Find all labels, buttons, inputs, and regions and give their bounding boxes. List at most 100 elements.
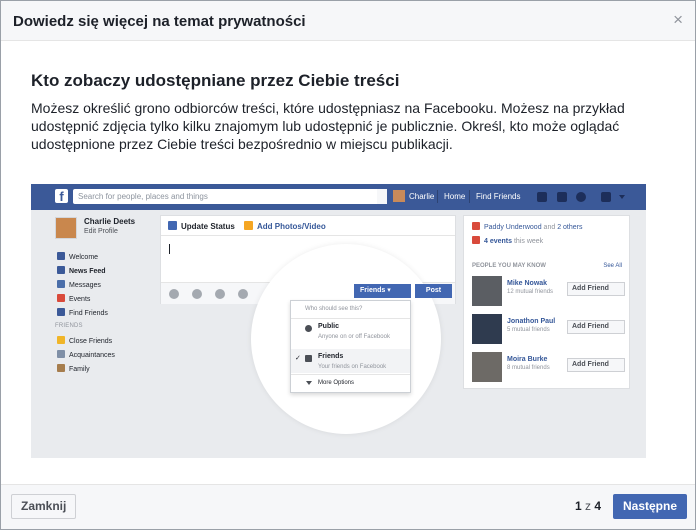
privacy-dialog: Dowiedz się więcej na temat prywatności …: [0, 0, 696, 530]
chevron-down-icon: [306, 381, 312, 385]
nav-item-icon: [57, 308, 65, 316]
public-option-sub: Anyone on or off Facebook: [318, 334, 390, 340]
fb-nav-item: Find Friends: [57, 308, 108, 318]
person-name: Moira Burke: [507, 356, 548, 363]
birthday-icon: [472, 222, 480, 230]
fb-nav-item: News Feed: [57, 266, 106, 276]
audience-selector-button: Friends ▾: [354, 284, 411, 298]
fb-nav-item: Events: [57, 294, 90, 304]
next-button[interactable]: Następne: [613, 494, 688, 519]
fb-friends-list-item: Acquaintances: [57, 350, 115, 360]
dialog-header: Dowiedz się więcej na temat prywatności …: [1, 1, 695, 41]
page-sep: z: [585, 499, 592, 513]
audience-question: Who should see this?: [305, 306, 363, 312]
profile-name: Charlie Deets: [84, 217, 136, 226]
dialog-footer: Zamknij 1 z 4 Następne: [1, 484, 695, 529]
add-friend-button: Add Friend: [567, 320, 625, 334]
add-friend-button: Add Friend: [567, 282, 625, 296]
nav-item-icon: [57, 294, 65, 302]
divider: [291, 374, 410, 375]
events-rest: this week: [513, 238, 544, 245]
profile-avatar: [55, 217, 77, 239]
nav-item-label: Welcome: [69, 254, 99, 261]
person-name: Mike Nowak: [507, 280, 548, 287]
divider: [291, 318, 410, 319]
person-avatar: [472, 352, 502, 382]
more-options: More Options: [318, 380, 355, 386]
friends-icon: [305, 355, 312, 362]
fb-right-column: Paddy Underwood and 2 others 4 events th…: [463, 215, 630, 389]
lock-icon: [601, 192, 611, 202]
see-all-link: See All: [603, 263, 622, 269]
section-description: Możesz określić grono odbiorców treści, …: [31, 100, 625, 152]
friends-list-icon: [57, 364, 65, 372]
fb-topbar: f Search for people, places and things C…: [31, 184, 646, 210]
friends-list-label: Family: [69, 366, 90, 373]
friends-option: Friends: [318, 353, 344, 360]
person-mutual: 8 mutual friends: [507, 365, 550, 371]
person-avatar: [472, 314, 502, 344]
smiley-icon: [238, 289, 248, 299]
globe-icon: [576, 192, 586, 202]
globe-icon: [305, 325, 312, 332]
fb-friends-list-item: Family: [57, 364, 90, 374]
page-indicator: 1 z 4: [575, 499, 601, 513]
friends-list-icon: [57, 336, 65, 344]
fb-nav-home: Home: [444, 192, 466, 201]
friends-option-sub: Your friends on Facebook: [318, 364, 387, 370]
birthday-others: 2 others: [557, 224, 583, 231]
add-photos-tab: Add Photos/Video: [257, 222, 326, 231]
nav-item-label: Find Friends: [69, 310, 108, 317]
close-button[interactable]: Zamknij: [11, 494, 77, 519]
nav-item-icon: [57, 280, 65, 288]
nav-item-icon: [57, 266, 65, 274]
person-avatar: [472, 276, 502, 306]
location-icon: [192, 289, 202, 299]
nav-item-label: News Feed: [69, 268, 106, 275]
divider: [437, 190, 438, 203]
fb-friends-list-item: Close Friends: [57, 336, 112, 346]
pymk-person: Moira Burke 8 mutual friends Add Friend: [472, 352, 625, 386]
close-icon[interactable]: ×: [673, 11, 683, 29]
avatar: [393, 190, 405, 202]
friends-list-label: Acquaintances: [69, 352, 115, 359]
birthday-and: and: [543, 224, 556, 231]
update-status-tab: Update Status: [181, 222, 235, 231]
nav-item-label: Messages: [69, 282, 101, 289]
pymk-person: Mike Nowak 12 mutual friends Add Friend: [472, 276, 625, 310]
fb-nav-user: Charlie: [409, 192, 435, 201]
fb-nav-find-friends: Find Friends: [476, 192, 521, 201]
friends-section-label: FRIENDS: [55, 323, 83, 329]
page-current: 1: [575, 499, 582, 513]
fb-nav-item: Welcome: [57, 252, 98, 262]
check-icon: ✓: [295, 355, 301, 362]
pymk-header: PEOPLE YOU MAY KNOW: [472, 263, 546, 269]
photo-icon: [244, 221, 253, 230]
calendar-icon: [472, 236, 480, 244]
chevron-down-icon: [619, 195, 625, 199]
divider: [469, 190, 470, 203]
dialog-content: Kto zobaczy udostępniane przez Ciebie tr…: [31, 41, 671, 153]
edit-profile-link: Edit Profile: [84, 228, 118, 235]
camera-icon: [215, 289, 225, 299]
fb-search-input: Search for people, places and things: [73, 189, 385, 204]
pymk-person: Jonathon Paul 5 mutual friends Add Friend: [472, 314, 625, 348]
nav-item-icon: [57, 252, 65, 260]
friends-list-icon: [57, 350, 65, 358]
facebook-logo-icon: f: [55, 189, 68, 204]
messages-icon: [557, 192, 567, 202]
nav-item-label: Events: [69, 296, 91, 303]
events-link: 4 events: [484, 238, 513, 245]
post-button: Post: [415, 284, 452, 298]
public-option: Public: [318, 323, 340, 330]
friend-requests-icon: [537, 192, 547, 202]
friends-list-label: Close Friends: [69, 338, 113, 345]
audience-menu: Who should see this? Public Anyone on or…: [290, 300, 411, 393]
person-mutual: 5 mutual friends: [507, 327, 550, 333]
search-icon: [377, 189, 387, 204]
birthday-name: Paddy Underwood: [484, 224, 542, 231]
tag-friends-icon: [169, 289, 179, 299]
person-name: Jonathon Paul: [507, 318, 556, 325]
person-mutual: 12 mutual friends: [507, 289, 554, 295]
dialog-title: Dowiedz się więcej na temat prywatności: [13, 13, 306, 30]
